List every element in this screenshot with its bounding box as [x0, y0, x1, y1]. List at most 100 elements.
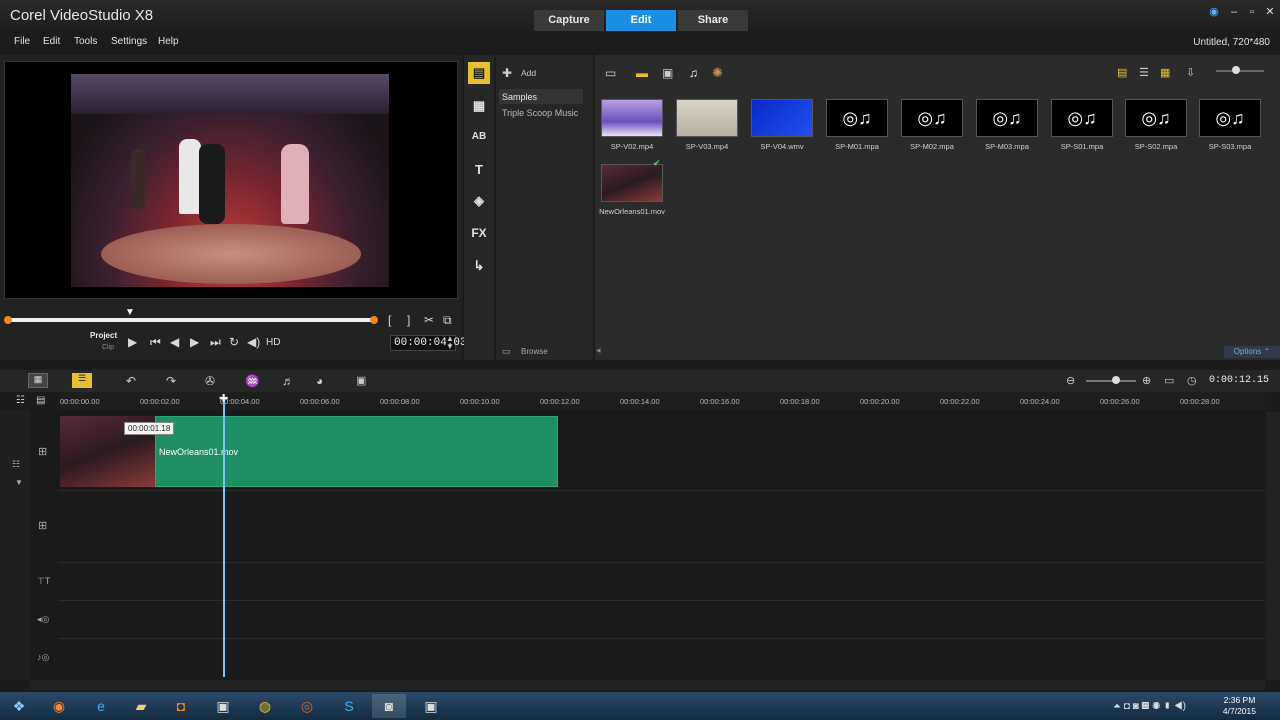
instant-project-icon[interactable]: ▦ [468, 95, 490, 117]
sort-icon[interactable]: ⇩ [1186, 66, 1195, 79]
firefox-icon[interactable]: ◉ [42, 694, 76, 718]
trim-marker-icon[interactable]: ▼ [125, 307, 135, 318]
videostudio-task-icon[interactable]: ◙ [372, 694, 406, 718]
thumbnail-view-icon[interactable]: ▦ [1160, 66, 1170, 79]
horizontal-scrollbar[interactable] [30, 680, 1265, 690]
show-audio-icon[interactable]: ♫ [689, 66, 698, 80]
start-icon[interactable]: ❖ [2, 694, 36, 718]
repeat-icon[interactable]: ↻ [229, 335, 239, 349]
storyboard-view-icon[interactable]: ▦ [28, 373, 48, 388]
hd-toggle[interactable]: HD [266, 337, 280, 348]
home-icon[interactable]: ⏮ [150, 335, 161, 350]
show-photos-icon[interactable]: ▣ [662, 66, 673, 80]
zoom-out-icon[interactable]: ⊖ [1066, 374, 1075, 387]
expand-icon[interactable]: ▼ [15, 478, 23, 487]
folder-icon[interactable]: ▭ [605, 66, 616, 80]
tray-icons[interactable]: ⏶ ◘ ◙ ▦ ◉ ▮ ◀) [1113, 701, 1186, 712]
thumbnail-size-slider[interactable] [1216, 70, 1264, 72]
end-icon[interactable]: ⏭ [210, 335, 221, 350]
media-thumb[interactable] [601, 164, 663, 202]
timecode-spinner-icon[interactable]: ▲ ▼ [446, 335, 454, 351]
skype-icon[interactable]: S [332, 694, 366, 718]
browse-icon[interactable]: ▭ [502, 346, 511, 357]
playhead-handle-icon[interactable]: ✚ [219, 392, 228, 405]
overlay-track-icon[interactable]: ⊞ [38, 519, 47, 532]
menu-settings[interactable]: Settings [111, 36, 147, 47]
title-icon[interactable]: T [468, 159, 490, 181]
menu-tools[interactable]: Tools [74, 36, 97, 47]
show-videos-icon[interactable]: ▬ [636, 66, 648, 80]
audio-disc-icon[interactable]: ◎♫ [1199, 99, 1261, 137]
previous-icon[interactable]: ◀ [170, 335, 179, 349]
transition-icon[interactable]: AB [468, 126, 490, 148]
browse-button[interactable]: Browse [521, 347, 548, 356]
menu-file[interactable]: File [14, 36, 30, 47]
explorer-icon[interactable]: ▰ [124, 694, 158, 718]
chapter-icon[interactable]: ▤ [36, 395, 45, 406]
track-manager-icon[interactable]: ☷ [16, 395, 25, 406]
globe-icon[interactable]: ◉ [1206, 4, 1222, 20]
fit-project-icon[interactable]: ▭ [1164, 374, 1174, 387]
playhead[interactable] [223, 397, 225, 677]
media-app-icon[interactable]: ◎ [290, 694, 324, 718]
mark-out-handle[interactable] [370, 316, 378, 324]
music-track-icon[interactable]: ♪◎ [37, 652, 49, 663]
audio-disc-icon[interactable]: ◎♫ [1125, 99, 1187, 137]
audio-disc-icon[interactable]: ◎♫ [826, 99, 888, 137]
play-icon[interactable]: ▶ [128, 335, 137, 349]
zoom-slider[interactable] [1086, 380, 1136, 382]
video-track-icon[interactable]: ⊞ [38, 445, 47, 458]
filter-icon[interactable]: FX [468, 222, 490, 244]
media-thumb[interactable] [751, 99, 813, 137]
audio-disc-icon[interactable]: ◎♫ [901, 99, 963, 137]
enlarge-icon[interactable]: ⧉ [443, 313, 452, 328]
computer-icon[interactable]: ▣ [206, 694, 240, 718]
zoom-in-icon[interactable]: ⊕ [1142, 374, 1151, 387]
outlook-icon[interactable]: ◘ [164, 694, 198, 718]
ie-icon[interactable]: e [84, 694, 118, 718]
voice-track-icon[interactable]: ◂◎ [37, 614, 49, 625]
mark-in-handle[interactable] [4, 316, 12, 324]
clip-mode-label[interactable]: Clip [102, 344, 114, 351]
close-icon[interactable]: ✕ [1262, 4, 1278, 20]
auto-music-icon[interactable]: ♬ [282, 374, 294, 388]
screen-recorder-icon[interactable]: ▣ [414, 694, 448, 718]
options-button[interactable]: Options ⌃ [1224, 346, 1280, 358]
chrome-icon[interactable]: ◍ [248, 694, 282, 718]
audio-disc-icon[interactable]: ◎♫ [976, 99, 1038, 137]
add-icon[interactable]: ✚ [502, 66, 512, 80]
subtitle-editor-icon[interactable]: ▣ [356, 374, 366, 387]
menu-edit[interactable]: Edit [43, 36, 60, 47]
redo-icon[interactable]: ↷ [166, 374, 176, 388]
maximize-icon[interactable]: ▫ [1244, 4, 1260, 20]
scrub-bar[interactable] [8, 318, 376, 322]
tab-edit[interactable]: Edit [606, 10, 676, 31]
undo-icon[interactable]: ↶ [126, 374, 136, 388]
thumbnail-size-handle[interactable] [1232, 66, 1240, 74]
project-mode-label[interactable]: Project [90, 331, 117, 340]
video-clip[interactable]: NewOrleans01.mov [155, 416, 558, 487]
motion-tracking-icon[interactable]: ◕ [316, 374, 323, 388]
sound-mixer-icon[interactable]: ♒ [245, 374, 260, 388]
mark-out-icon[interactable]: ] [407, 313, 410, 327]
volume-icon[interactable]: ◀) [247, 335, 260, 349]
folder-samples[interactable]: Samples [502, 92, 537, 102]
add-folder-button[interactable]: Add [521, 68, 536, 78]
minimize-icon[interactable]: – [1226, 4, 1242, 20]
media-icon[interactable]: ▤ [468, 62, 490, 84]
vertical-scrollbar[interactable] [1266, 412, 1280, 680]
folder-triple-scoop[interactable]: Triple Scoop Music [502, 108, 578, 118]
collapse-icon[interactable]: ◂ [596, 345, 601, 356]
split-clip-icon[interactable]: ✂ [424, 313, 434, 327]
list-view-icon[interactable]: ▤ [1117, 66, 1127, 79]
system-clock[interactable]: 2:36 PM 4/7/2015 [1223, 695, 1256, 717]
tab-capture[interactable]: Capture [534, 10, 604, 31]
media-thumb[interactable] [601, 99, 663, 137]
audio-disc-icon[interactable]: ◎♫ [1051, 99, 1113, 137]
path-icon[interactable]: ↳ [468, 255, 490, 277]
tab-share[interactable]: Share [678, 10, 748, 31]
mark-in-icon[interactable]: [ [388, 313, 391, 327]
track-toggle-icon[interactable]: ☷ [12, 459, 20, 470]
timeline-view-icon[interactable]: ☰ [72, 373, 92, 388]
media-thumb[interactable] [676, 99, 738, 137]
